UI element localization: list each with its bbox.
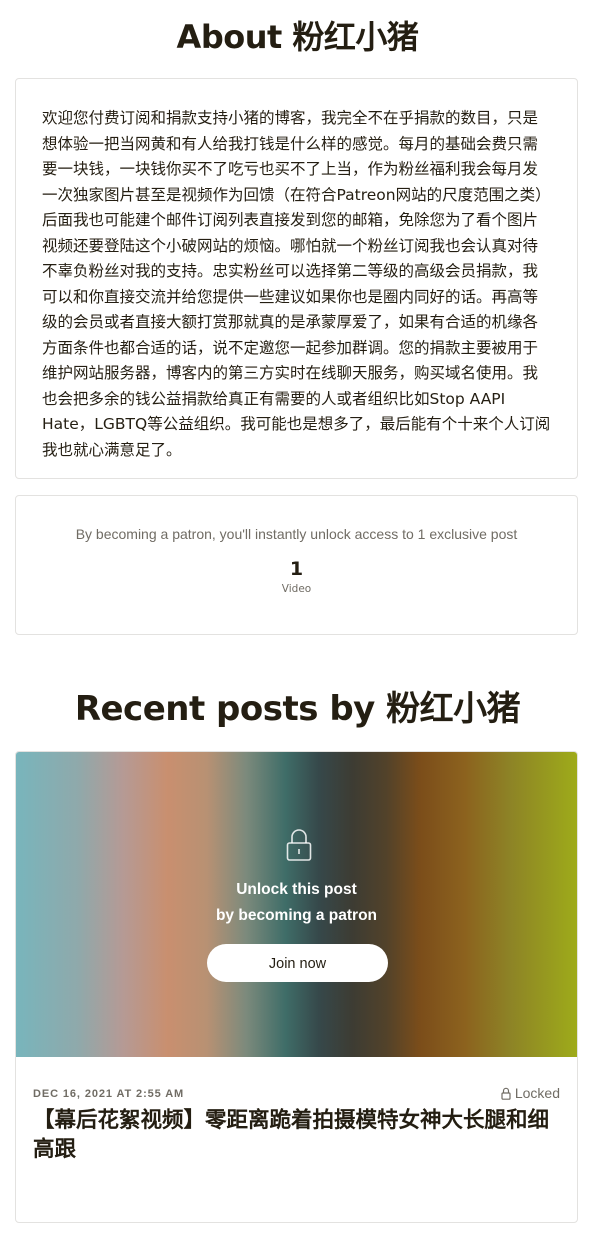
unlock-heading: Unlock this post	[236, 881, 357, 898]
join-now-button[interactable]: Join now	[207, 944, 388, 982]
benefits-card: By becoming a patron, you'll instantly u…	[15, 495, 578, 635]
post-date: DEC 16, 2021 AT 2:55 AM	[33, 1088, 185, 1100]
post-lock-status: Locked	[501, 1085, 560, 1101]
about-card: 欢迎您付费订阅和捐款支持小猪的博客，我完全不在乎捐款的数目，只是想体验一把当网黄…	[15, 78, 578, 479]
post-locked-cover: Unlock this post by becoming a patron Jo…	[16, 752, 577, 1057]
benefits-summary: By becoming a patron, you'll instantly u…	[75, 526, 518, 542]
benefit-count: 1	[289, 558, 304, 580]
lock-icon	[286, 829, 312, 861]
post-card[interactable]: Unlock this post by becoming a patron Jo…	[15, 751, 578, 1223]
post-lock-status-label: Locked	[514, 1085, 560, 1101]
about-title: About 粉红小猪	[176, 18, 419, 56]
post-title[interactable]: 【幕后花絮视频】零距离跪着拍摄模特女神大长腿和细高跟	[33, 1106, 563, 1164]
benefit-label: Video	[281, 583, 312, 595]
unlock-subheading: by becoming a patron	[215, 907, 378, 924]
about-description: 欢迎您付费订阅和捐款支持小猪的博客，我完全不在乎捐款的数目，只是想体验一把当网黄…	[42, 109, 551, 459]
recent-posts-title: Recent posts by 粉红小猪	[74, 689, 521, 729]
small-lock-icon	[501, 1087, 511, 1100]
